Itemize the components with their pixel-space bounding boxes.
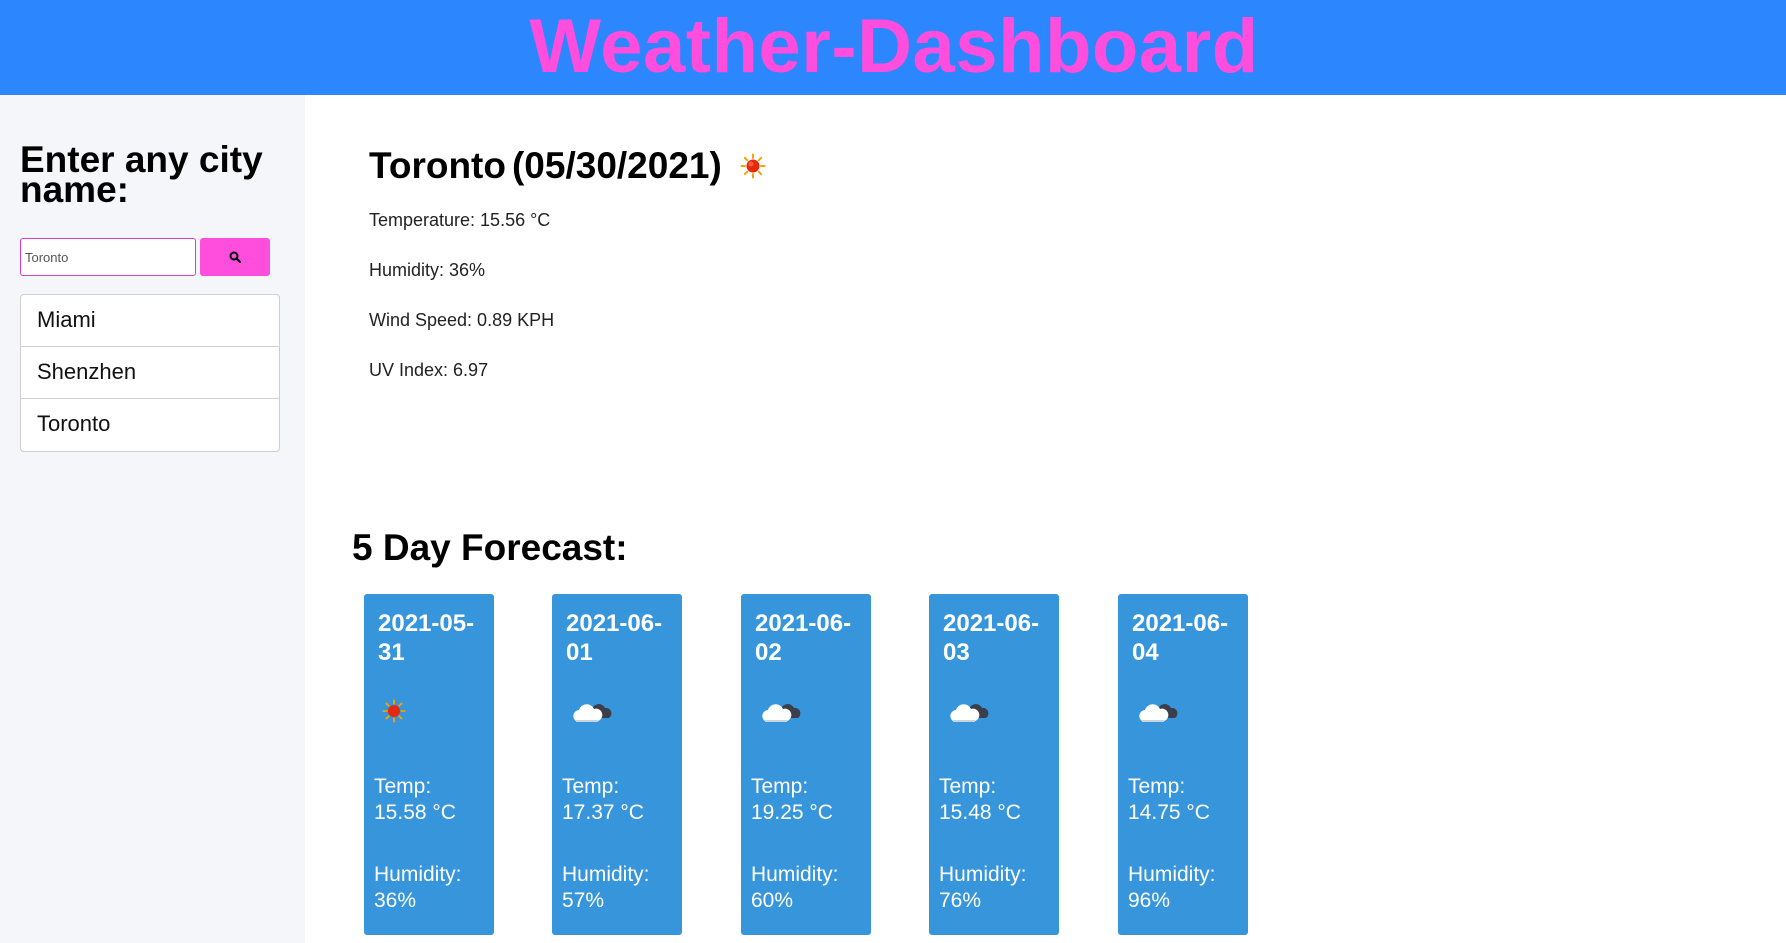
search-heading: Enter any city name: bbox=[20, 139, 263, 210]
forecast-humidity-label: Humidity: bbox=[1128, 863, 1216, 886]
forecast-temp: 15.58 °C bbox=[374, 801, 456, 824]
forecast-date: 2021-06-02 bbox=[755, 610, 852, 666]
forecast-humidity: 36% bbox=[374, 889, 417, 912]
forecast-temp: 17.37 °C bbox=[562, 801, 644, 824]
history-city-item[interactable]: Miami bbox=[21, 295, 279, 347]
forecast-title: 5 Day Forecast: bbox=[352, 527, 628, 568]
forecast-temp-label: Temp: bbox=[751, 775, 809, 798]
cloud-icon bbox=[570, 694, 618, 728]
forecast-date: 2021-06-03 bbox=[943, 610, 1040, 666]
forecast-temp-label: Temp: bbox=[1128, 775, 1186, 798]
history-city-item[interactable]: Toronto bbox=[21, 399, 279, 451]
forecast-temp: 15.48 °C bbox=[939, 801, 1021, 824]
forecast-humidity-label: Humidity: bbox=[751, 863, 839, 886]
page-header: Weather-Dashboard bbox=[0, 0, 1786, 95]
current-uv-index: UV Index: 6.97 bbox=[369, 360, 489, 380]
cloud-icon bbox=[1136, 694, 1184, 728]
cloud-icon bbox=[759, 694, 807, 728]
app-title: Weather-Dashboard bbox=[529, 4, 1259, 89]
sidebar: Enter any city name: Miami Shenzhen Toro… bbox=[0, 95, 305, 943]
forecast-humidity-label: Humidity: bbox=[374, 863, 462, 886]
city-search-input[interactable] bbox=[20, 238, 196, 276]
cloud-icon bbox=[947, 694, 995, 728]
forecast-date: 2021-06-04 bbox=[1132, 610, 1229, 666]
current-temperature: Temperature: 15.56 °C bbox=[369, 210, 551, 230]
forecast-date: 2021-05-31 bbox=[378, 610, 475, 666]
forecast-temp-label: Temp: bbox=[939, 775, 997, 798]
forecast-humidity: 57% bbox=[562, 889, 605, 912]
forecast-humidity-label: Humidity: bbox=[939, 863, 1027, 886]
sun-icon bbox=[740, 153, 766, 179]
main-content: Toronto (05/30/2021) Temperature: 15.56 … bbox=[305, 95, 1786, 943]
current-humidity: Humidity: 36% bbox=[369, 260, 486, 280]
current-wind-speed: Wind Speed: 0.89 KPH bbox=[369, 310, 555, 330]
search-button[interactable] bbox=[200, 238, 270, 276]
forecast-card: 2021-06-02 Temp: 19.25 °C Humidity: 60% bbox=[741, 594, 871, 935]
forecast-humidity: 76% bbox=[939, 889, 982, 912]
forecast-card: 2021-06-04 Temp: 14.75 °C Humidity: 96% bbox=[1118, 594, 1248, 935]
forecast-card: 2021-06-03 Temp: 15.48 °C Humidity: 76% bbox=[929, 594, 1059, 935]
search-icon bbox=[229, 251, 241, 263]
forecast-temp-label: Temp: bbox=[374, 775, 432, 798]
forecast-card: 2021-06-01 Temp: 17.37 °C Humidity: 57% bbox=[552, 594, 682, 935]
forecast-humidity-label: Humidity: bbox=[562, 863, 650, 886]
current-city: Toronto bbox=[369, 145, 506, 186]
forecast-date: 2021-06-01 bbox=[566, 610, 663, 666]
current-weather-title: Toronto (05/30/2021) bbox=[369, 145, 766, 187]
forecast-temp-label: Temp: bbox=[562, 775, 620, 798]
forecast-humidity: 60% bbox=[751, 889, 794, 912]
sun-icon bbox=[382, 694, 430, 728]
forecast-card: 2021-05-31 Temp: 15.58 °C Humidity: 36% bbox=[364, 594, 494, 935]
forecast-humidity: 96% bbox=[1128, 889, 1171, 912]
current-date: (05/30/2021) bbox=[511, 145, 722, 186]
history-city-item[interactable]: Shenzhen bbox=[21, 347, 279, 399]
search-history-list: Miami Shenzhen Toronto bbox=[20, 294, 280, 452]
forecast-temp: 19.25 °C bbox=[751, 801, 833, 824]
forecast-temp: 14.75 °C bbox=[1128, 801, 1210, 824]
